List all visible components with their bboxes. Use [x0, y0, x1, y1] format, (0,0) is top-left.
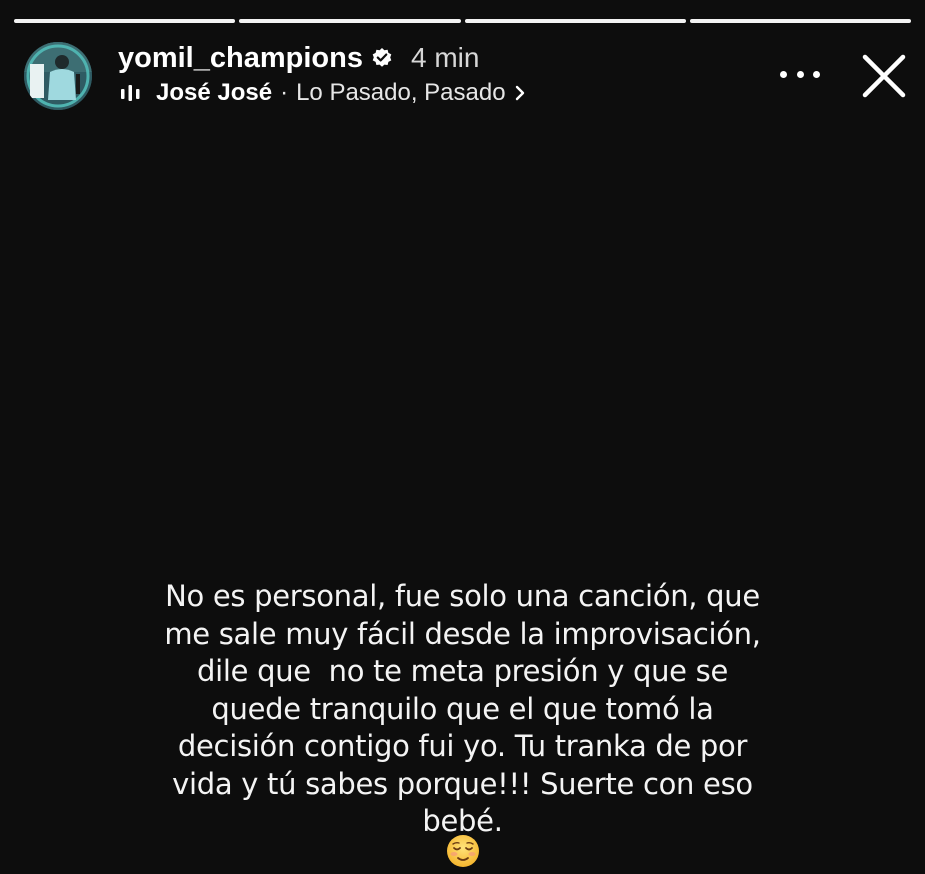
story-header-user: yomil_champions 4 min	[118, 40, 479, 76]
progress-segment	[239, 19, 461, 23]
caption-line: No es personal, fue solo una canción, qu…	[165, 579, 760, 613]
story-progress-bar	[14, 19, 911, 23]
more-dot	[796, 70, 804, 78]
avatar[interactable]	[24, 42, 92, 110]
relieved-face-emoji	[446, 834, 480, 868]
caption-line: me sale muy fácil desde la improvisación…	[164, 616, 761, 651]
more-dot	[780, 70, 787, 78]
music-song-title: Lo Pasado, Pasado	[296, 79, 506, 106]
music-attribution[interactable]: José José · Lo Pasado, Pasado	[120, 77, 526, 109]
more-dot	[813, 70, 820, 78]
caption-line: quede tranquilo que el que tomó la	[211, 691, 714, 726]
caption-line: vida y tú sabes porque!!! Suerte con eso	[172, 766, 753, 801]
verified-badge-icon	[371, 47, 393, 69]
audio-bars-icon	[120, 84, 142, 102]
progress-segment	[689, 19, 911, 23]
post-time: 4 min	[410, 42, 480, 73]
music-artist: José José	[156, 79, 273, 106]
close-icon	[862, 54, 906, 98]
username[interactable]: yomil_champions	[118, 42, 363, 75]
music-separator: ·	[280, 79, 289, 106]
close-button[interactable]	[858, 50, 910, 102]
caption-line: dile que no te meta presión y que se	[197, 654, 728, 688]
progress-segment	[14, 19, 236, 23]
avatar-image	[24, 42, 92, 110]
progress-segment	[464, 19, 686, 23]
chevron-right-icon	[514, 84, 526, 102]
caption-line: decisión contigo fui yo. Tu tranka de po…	[177, 729, 748, 763]
more-options-icon[interactable]	[780, 60, 820, 88]
story-caption: No es personal, fue solo una canción, qu…	[140, 578, 785, 841]
